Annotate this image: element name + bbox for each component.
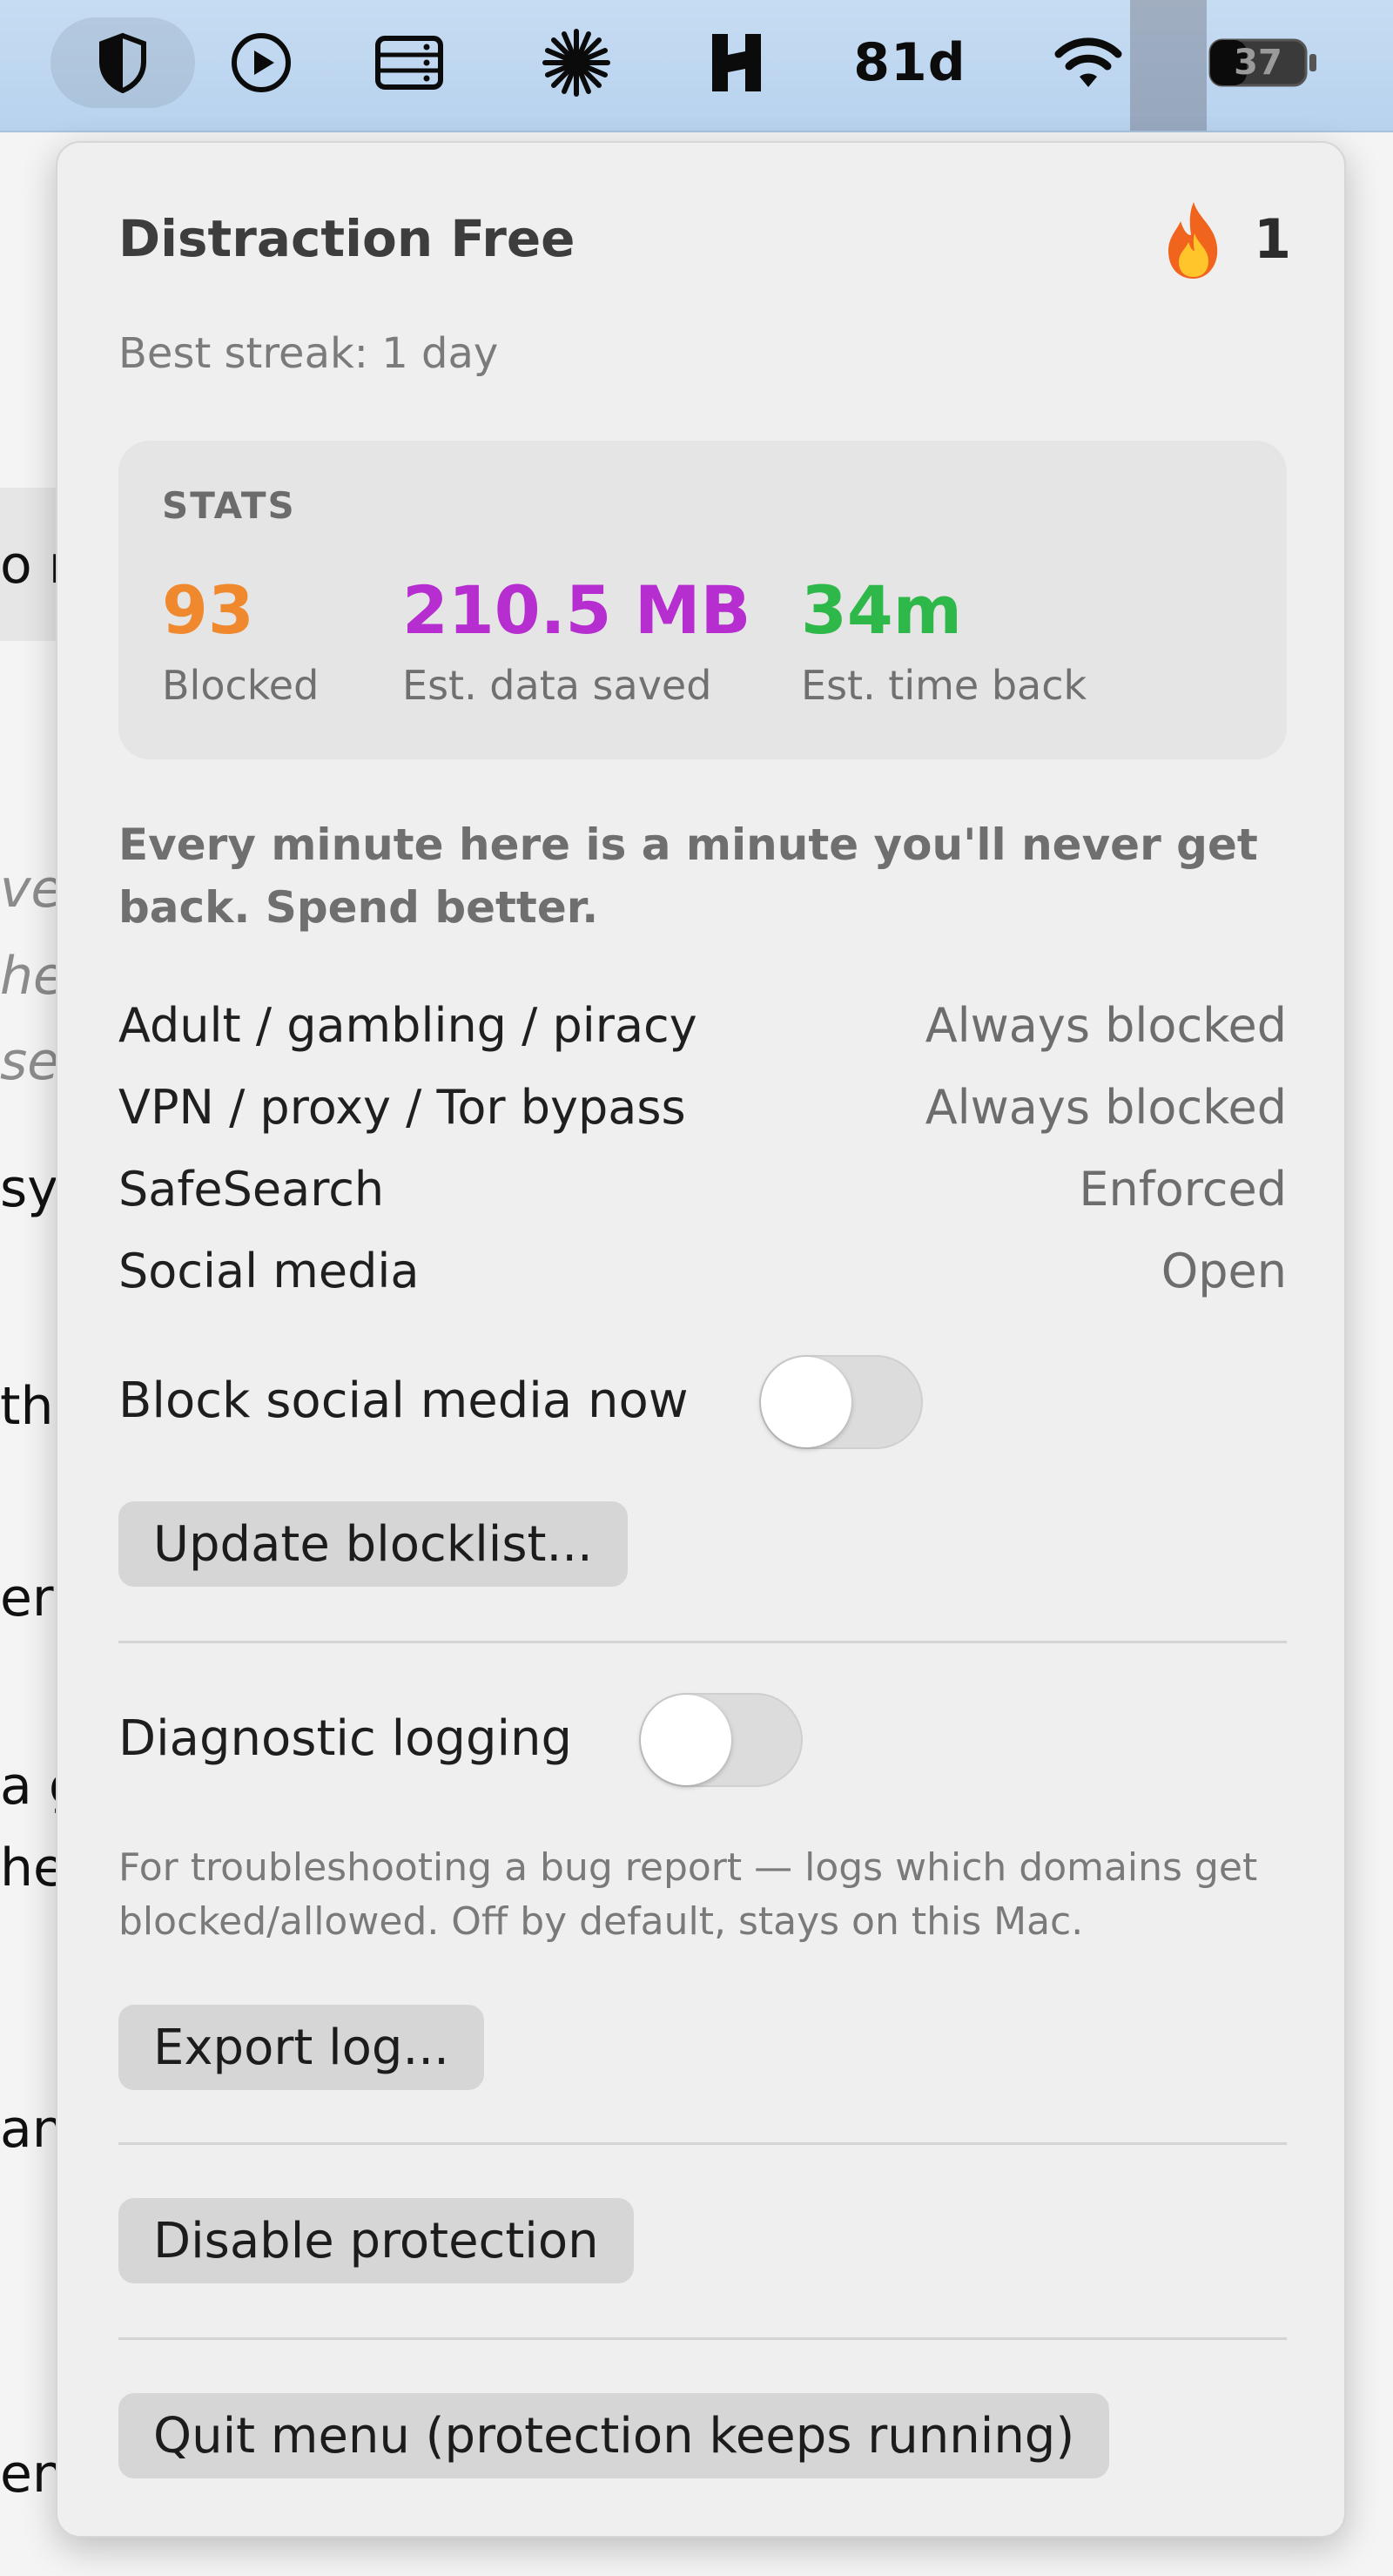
fire-icon bbox=[1168, 202, 1218, 279]
rule-status: Open bbox=[1161, 1244, 1287, 1298]
menubar-divider-strip bbox=[1130, 0, 1207, 131]
background-text: th bbox=[0, 1376, 54, 1437]
update-blocklist-button[interactable]: Update blocklist... bbox=[118, 1501, 628, 1587]
export-log-button[interactable]: Export log... bbox=[118, 2005, 484, 2090]
divider bbox=[118, 1641, 1287, 1643]
streak-count: 1 bbox=[1254, 207, 1292, 271]
disable-protection-button[interactable]: Disable protection bbox=[118, 2198, 634, 2283]
background-text: er bbox=[0, 1568, 54, 1629]
divider bbox=[118, 2337, 1287, 2340]
background-text: sy bbox=[0, 1158, 58, 1219]
block-social-toggle[interactable] bbox=[759, 1355, 923, 1449]
motivational-quote: Every minute here is a minute you'll nev… bbox=[118, 819, 1258, 933]
diagnostic-logging-toggle[interactable] bbox=[639, 1693, 803, 1787]
stat-data-saved-label: Est. data saved bbox=[402, 662, 712, 709]
h-logo-icon[interactable] bbox=[702, 17, 771, 108]
stats-header: STATS bbox=[162, 484, 296, 527]
rule-row-safesearch: SafeSearch Enforced bbox=[118, 1162, 1287, 1231]
battery-indicator[interactable]: 37 bbox=[1200, 17, 1322, 108]
toggle-knob bbox=[641, 1695, 731, 1785]
rule-label: VPN / proxy / Tor bypass bbox=[118, 1080, 686, 1135]
rule-label: Adult / gambling / piracy bbox=[118, 998, 697, 1053]
toggle-knob bbox=[761, 1357, 851, 1447]
shield-menu-extra[interactable] bbox=[50, 17, 195, 108]
shield-icon bbox=[99, 32, 146, 93]
server-drive-icon[interactable] bbox=[366, 17, 453, 108]
panel-title: Distraction Free bbox=[118, 209, 575, 268]
rule-status: Enforced bbox=[1079, 1162, 1287, 1217]
stat-time-back-value: 34m bbox=[801, 571, 962, 649]
wifi-icon[interactable] bbox=[1045, 17, 1132, 108]
stats-card: STATS 93 Blocked 210.5 MB Est. data save… bbox=[118, 441, 1287, 759]
rule-status: Always blocked bbox=[925, 1080, 1287, 1135]
rule-row-social: Social media Open bbox=[118, 1244, 1287, 1313]
background-text: ve bbox=[0, 859, 64, 920]
stat-blocked-value: 93 bbox=[162, 571, 254, 649]
rule-label: SafeSearch bbox=[118, 1162, 385, 1217]
stat-time-back-label: Est. time back bbox=[801, 662, 1087, 709]
asterisk-burst-icon[interactable] bbox=[535, 17, 618, 108]
diagnostic-logging-label: Diagnostic logging bbox=[118, 1710, 573, 1767]
stat-data-saved-value: 210.5 MB bbox=[402, 571, 751, 649]
battery-percentage: 37 bbox=[1234, 43, 1282, 83]
diagnostic-note: For troubleshooting a bug report — logs … bbox=[118, 1845, 1258, 1944]
rule-row-vpn: VPN / proxy / Tor bypass Always blocked bbox=[118, 1080, 1287, 1150]
stat-blocked-label: Blocked bbox=[162, 662, 320, 709]
divider bbox=[118, 2142, 1287, 2145]
block-social-label: Block social media now bbox=[118, 1372, 689, 1429]
distraction-free-popover: Distraction Free 1 Best streak: 1 day ST… bbox=[56, 141, 1346, 2538]
rule-label: Social media bbox=[118, 1244, 420, 1298]
play-circle-icon[interactable] bbox=[219, 17, 303, 108]
quit-menu-button[interactable]: Quit menu (protection keeps running) bbox=[118, 2393, 1110, 2478]
rule-status: Always blocked bbox=[925, 998, 1287, 1053]
rule-row-adult: Adult / gambling / piracy Always blocked bbox=[118, 998, 1287, 1068]
days-counter[interactable]: 81d bbox=[845, 17, 975, 108]
menu-bar: 81d 37 bbox=[0, 0, 1393, 132]
best-streak-label: Best streak: 1 day bbox=[118, 329, 499, 378]
